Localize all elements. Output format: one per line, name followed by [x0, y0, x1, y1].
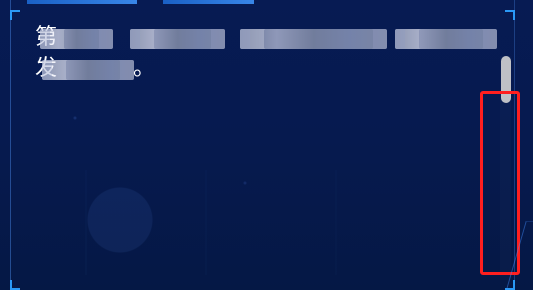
background-grid [25, 170, 495, 275]
scrollbar-highlight-box [480, 91, 520, 275]
top-tab-left [27, 0, 137, 4]
top-tab-right [163, 0, 254, 4]
bottom-left-corner-icon [10, 280, 20, 290]
redacted-text-block [40, 29, 113, 49]
redacted-text-block [130, 29, 225, 49]
text-panel-screen: 第 发 。 [0, 0, 533, 290]
panel-left-border [10, 0, 11, 290]
visible-period: 。 [133, 56, 157, 81]
redacted-text-block [240, 29, 387, 49]
scrollable-text-content: 第 发 。 [35, 23, 505, 85]
redacted-text-block [42, 60, 134, 80]
top-left-corner-icon [10, 10, 20, 20]
top-right-corner-icon [505, 10, 515, 20]
redacted-text-block [395, 29, 497, 49]
